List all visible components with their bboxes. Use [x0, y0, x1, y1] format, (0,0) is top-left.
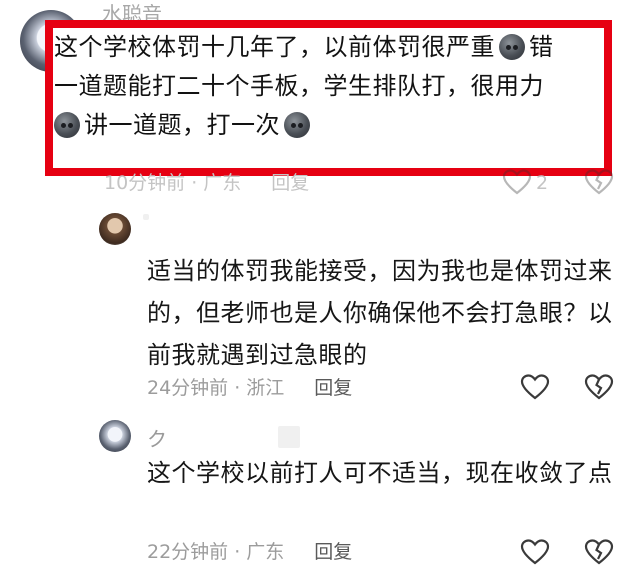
heart-outline-icon[interactable]	[502, 168, 532, 196]
comment-meta: 10分钟前 · 广东 回复	[104, 174, 309, 193]
comment-text-segment: 这个学校体罚十几年了，以前体罚很严重	[54, 33, 495, 61]
broken-heart-icon[interactable]	[584, 538, 614, 566]
comment-text-segment: 错	[529, 33, 554, 61]
comment-text-segment: 讲一道题，打一次	[84, 111, 280, 139]
comment-line: 一道题能打二十个手板，学生排队打，很用力	[54, 67, 574, 106]
comment-time-location: 10分钟前 · 广东	[104, 172, 242, 194]
comment-text: 这个学校体罚十几年了，以前体罚很严重 错 一道题能打二十个手板，学生排队打，很用力…	[54, 28, 574, 145]
comment-text: 这个学校以前打人可不适当，现在收敛了点	[147, 459, 613, 487]
sweat-face-emoji-icon	[54, 112, 80, 138]
comment-text: 适当的体罚我能接受，因为我也是体罚过来的，但老师也是人你确保他不会打急眼？以前我…	[147, 257, 613, 369]
reply-button[interactable]: 回复	[271, 172, 309, 194]
broken-heart-icon[interactable]	[584, 168, 614, 196]
sweat-face-emoji-icon	[284, 112, 310, 138]
comment-meta: 22分钟前 · 广东 回复	[147, 543, 352, 562]
broken-heart-icon[interactable]	[584, 373, 614, 401]
heart-outline-icon[interactable]	[520, 373, 550, 401]
comment-line: 这个学校体罚十几年了，以前体罚很严重 错	[54, 28, 574, 67]
reply-button[interactable]: 回复	[314, 541, 352, 563]
comment-text-segment: 一道题能打二十个手板，学生排队打，很用力	[54, 72, 544, 100]
comment-time-location: 24分钟前 · 浙江	[147, 377, 285, 399]
comment-meta: 24分钟前 · 浙江 回复	[147, 379, 352, 398]
comment-author-name[interactable]: ク	[147, 429, 167, 449]
avatar[interactable]	[99, 213, 131, 245]
comment-line: 讲一道题，打一次	[54, 106, 574, 145]
avatar[interactable]	[99, 420, 131, 452]
comment-time-location: 22分钟前 · 广东	[147, 541, 285, 563]
reply-button[interactable]: 回复	[314, 377, 352, 399]
redacted-name	[278, 426, 300, 448]
heart-outline-icon[interactable]	[520, 538, 550, 566]
sweat-face-emoji-icon	[499, 34, 525, 60]
like-count: 2	[536, 172, 549, 194]
redacted-name	[143, 214, 149, 220]
